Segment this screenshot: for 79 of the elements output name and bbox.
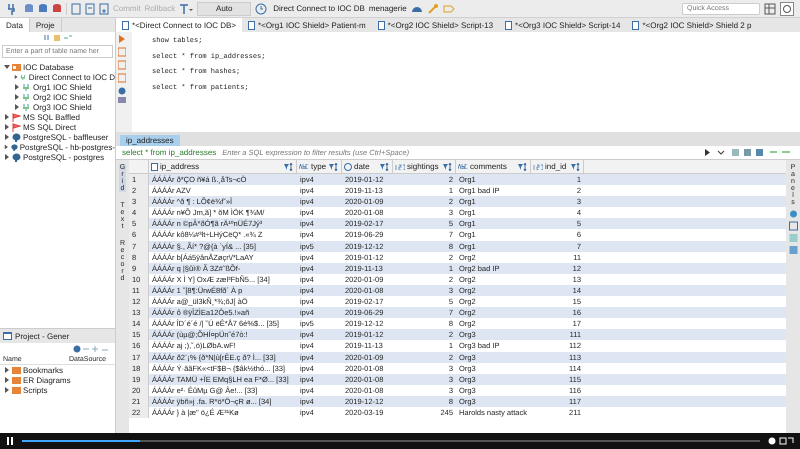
database-icon[interactable] — [38, 2, 48, 14]
collapsed-triangle-icon[interactable] — [14, 104, 20, 110]
editor-tab[interactable]: *<Direct Connect to IOC DB> — [116, 18, 242, 32]
tree-item[interactable]: MS SQL Direct — [23, 122, 76, 132]
flag-icon — [12, 112, 21, 122]
perspective-icon[interactable] — [764, 2, 776, 14]
editor-tab[interactable]: *<Org2 IOC Shield> Script-13 — [372, 18, 500, 32]
sort-filter-icon[interactable] — [571, 162, 581, 170]
sort-filter-icon[interactable] — [284, 162, 294, 170]
column-header[interactable]: ip_address — [149, 160, 297, 173]
column-header[interactable]: sightings — [393, 160, 456, 173]
pause-icon[interactable] — [6, 437, 14, 445]
tree-item[interactable]: Org3 IOC Shield — [33, 102, 92, 112]
tree-item[interactable]: PostgreSQL - hb-postgres- — [20, 142, 115, 152]
connection-selector[interactable]: Direct Connect to IOC DB — [273, 4, 365, 13]
script-icon — [378, 20, 385, 30]
tree-item[interactable]: IOC Database — [23, 62, 74, 72]
editor-toolbar-drawing[interactable] — [118, 34, 126, 104]
collapsed-triangle-icon[interactable] — [14, 84, 20, 90]
editor-tab[interactable]: *<Org3 IOC Shield> Script-14 — [499, 18, 626, 32]
schema-selector[interactable]: menagerie — [368, 4, 407, 13]
navigator-toolbar-drawing[interactable] — [42, 34, 72, 42]
script-icon — [505, 20, 512, 30]
tree-item[interactable]: Direct Connect to IOC D — [28, 72, 115, 82]
number-icon — [395, 164, 405, 170]
window-icon — [3, 332, 12, 340]
collapsed-triangle-icon[interactable] — [4, 124, 10, 130]
tree-item[interactable]: MS SQL Baffled — [23, 112, 80, 122]
panel-title: Project - Gener — [15, 332, 70, 340]
script-icon — [248, 20, 256, 30]
player-controls-drawing[interactable] — [768, 437, 794, 445]
column-header[interactable]: comments — [456, 160, 531, 173]
collapsed-triangle-icon[interactable] — [14, 94, 20, 100]
document-icon[interactable] — [71, 2, 81, 14]
script-icon — [122, 20, 129, 30]
query-text[interactable]: select * from ip_addresses — [122, 148, 216, 157]
plug-icon — [22, 92, 31, 102]
folder-icon — [12, 63, 21, 71]
plug-icon — [22, 102, 31, 112]
editor-tab[interactable]: *<Org1 IOC Shield> Patient-m — [242, 18, 372, 32]
database-icon[interactable] — [24, 2, 34, 14]
collapsed-triangle-icon[interactable] — [4, 144, 9, 150]
document-icon[interactable] — [85, 2, 95, 14]
commit-mode-field[interactable]: Auto — [197, 2, 252, 16]
sort-filter-icon[interactable] — [443, 162, 453, 170]
script-icon — [632, 20, 640, 30]
tree-item[interactable]: Org1 IOC Shield — [33, 82, 92, 92]
sort-filter-icon[interactable] — [329, 162, 339, 170]
collapsed-triangle-icon[interactable] — [4, 114, 10, 120]
flag-icon — [12, 122, 21, 132]
sort-filter-icon[interactable] — [380, 162, 390, 170]
column-header[interactable]: date — [342, 160, 393, 173]
document-icon[interactable] — [99, 2, 109, 14]
tree-item[interactable]: Bookmarks — [23, 366, 64, 374]
abc-icon — [458, 164, 468, 169]
number-icon — [533, 164, 543, 170]
column-header[interactable]: ind_id — [531, 160, 584, 173]
panel-tab[interactable]: Data — [0, 18, 30, 32]
file-icon — [151, 162, 158, 170]
results-tab[interactable]: ip_addresses — [120, 135, 180, 146]
project-toolbar-drawing[interactable] — [73, 345, 109, 353]
editor-tab[interactable]: *<Org2 IOC Shield> Shield 2 p — [626, 18, 758, 32]
tree-item[interactable]: ER Diagrams — [23, 376, 71, 384]
perspective-icon[interactable] — [780, 2, 794, 16]
collapsed-triangle-icon[interactable] — [14, 74, 18, 80]
sort-filter-icon[interactable] — [518, 162, 528, 170]
tree-item[interactable]: Scripts — [23, 386, 48, 394]
tree-item[interactable]: Org2 IOC Shield — [33, 92, 92, 102]
panel-tab[interactable]: Proje — [30, 18, 62, 32]
tree-item[interactable]: PostgreSQL - baffleuser — [23, 132, 108, 142]
column-header[interactable]: type — [297, 160, 342, 173]
abc-icon — [299, 164, 309, 169]
expanded-triangle-icon[interactable] — [4, 64, 10, 70]
clock-icon — [344, 162, 352, 170]
plug-icon — [22, 82, 31, 92]
collapsed-triangle-icon[interactable] — [4, 154, 10, 160]
clock-icon[interactable] — [255, 2, 270, 14]
collapsed-triangle-icon[interactable] — [4, 134, 10, 140]
tree-item[interactable]: PostgreSQL - postgres — [23, 152, 104, 162]
